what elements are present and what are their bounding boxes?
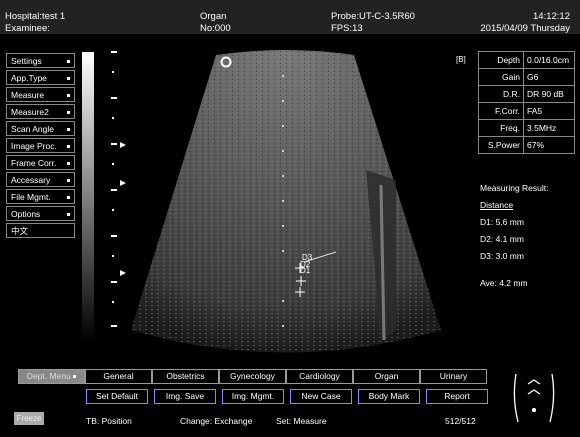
submenu-icon — [67, 60, 70, 63]
image-mode-marker: [B] — [456, 55, 466, 64]
tab-dept-menu[interactable]: Dept. Menu — [18, 369, 85, 384]
menu-item-settings[interactable]: Settings — [6, 53, 75, 68]
date: 2015/04/09 Thursday — [480, 23, 570, 34]
param-key: S.Power — [478, 136, 524, 154]
param-value: G6 — [523, 68, 575, 86]
submenu-icon — [67, 145, 70, 148]
menu-item-measure[interactable]: Measure — [6, 87, 75, 102]
param-value: DR 90 dB — [523, 85, 575, 103]
param-key: Gain — [478, 68, 524, 86]
menu-label: Settings — [11, 56, 42, 66]
menu-label: Measure — [11, 90, 45, 100]
submenu-icon — [67, 179, 70, 182]
set-default-button[interactable]: Set Default — [86, 389, 148, 404]
tab-label: Dept. Menu — [26, 371, 71, 381]
submenu-icon — [67, 162, 70, 165]
tab-general[interactable]: General — [85, 369, 152, 384]
side-menu: Settings App.Type Measure Measure2 Scan … — [6, 53, 75, 240]
organ-label: Organ — [200, 11, 227, 22]
menu-label: Image Proc. — [11, 141, 57, 151]
img-mgmt-button[interactable]: Img. Mgmt. — [222, 389, 284, 404]
action-buttons: Set Default Img. Save Img. Mgmt. New Cas… — [86, 389, 494, 404]
report-button[interactable]: Report — [426, 389, 488, 404]
submenu-icon — [73, 375, 77, 379]
menu-label: Measure2 — [11, 107, 49, 117]
param-row: S.Power 67% — [478, 136, 575, 154]
tab-gynecology[interactable]: Gynecology — [219, 369, 286, 384]
tab-obstetrics[interactable]: Obstetrics — [152, 369, 219, 384]
change-hint: Change: Exchange — [180, 416, 253, 426]
menu-item-image-proc[interactable]: Image Proc. — [6, 138, 75, 153]
param-key: D.R. — [478, 85, 524, 103]
param-key: Depth — [478, 51, 524, 69]
menu-item-file-mgmt[interactable]: File Mgmt. — [6, 189, 75, 204]
menu-item-accessary[interactable]: Accessary — [6, 172, 75, 187]
menu-label: Options — [11, 209, 41, 219]
measurement-d1: D1: 5.6 mm — [480, 217, 524, 227]
param-row: Gain G6 — [478, 68, 575, 86]
param-row: F.Corr. FA5 — [478, 102, 575, 120]
menu-label: 中文 — [11, 226, 29, 236]
parameter-table: Depth 0.0/16.0cm Gain G6 D.R. DR 90 dB F.Co… — [478, 51, 575, 154]
param-key: F.Corr. — [478, 102, 524, 120]
trackball-hint: TB: Position — [86, 416, 132, 426]
menu-item-frame-corr[interactable]: Frame Corr. — [6, 155, 75, 170]
submenu-icon — [67, 94, 70, 97]
menu-label: Frame Corr. — [11, 158, 57, 168]
caliper-label-d1: D1 — [300, 266, 311, 275]
param-key: Freq. — [478, 119, 524, 137]
measurement-results: Measuring Result: Distance D1: 5.6 mm D2… — [480, 180, 549, 292]
measurement-title: Measuring Result: — [480, 183, 549, 193]
menu-item-language[interactable]: 中文 — [6, 223, 75, 238]
grayscale-bar — [82, 52, 94, 342]
measurement-d2: D2: 4.1 mm — [480, 234, 524, 244]
submenu-icon — [67, 111, 70, 114]
measurement-average: Ave: 4.2 mm — [480, 278, 528, 288]
menu-item-scan-angle[interactable]: Scan Angle — [6, 121, 75, 136]
param-row: Depth 0.0/16.0cm — [478, 51, 575, 69]
new-case-button[interactable]: New Case — [290, 389, 352, 404]
submenu-icon — [67, 213, 70, 216]
hospital-label: Hospital:test 1 — [5, 11, 66, 22]
frame-counter: 512/512 — [445, 416, 476, 426]
tab-urinary[interactable]: Urinary — [420, 369, 487, 384]
param-value: 3.5MHz — [523, 119, 575, 137]
menu-label: Accessary — [11, 175, 51, 185]
fps-label: FPS:13 — [331, 23, 363, 34]
param-row: D.R. DR 90 dB — [478, 85, 575, 103]
menu-item-app-type[interactable]: App.Type — [6, 70, 75, 85]
menu-label: Scan Angle — [11, 124, 55, 134]
set-hint: Set: Measure — [276, 416, 327, 426]
param-value: 0.0/16.0cm — [523, 51, 575, 69]
tab-cardiology[interactable]: Cardiology — [286, 369, 353, 384]
param-row: Freq. 3.5MHz — [478, 119, 575, 137]
img-save-button[interactable]: Img. Save — [154, 389, 216, 404]
freeze-indicator[interactable]: Freeze — [14, 412, 44, 425]
menu-label: App.Type — [11, 73, 47, 83]
measurement-d3: D3: 3.0 mm — [480, 251, 524, 261]
submenu-icon — [67, 128, 70, 131]
number-label: No:000 — [200, 23, 231, 34]
ultrasound-image[interactable]: D3 D2 D1 — [96, 40, 466, 375]
body-mark-button[interactable]: Body Mark — [358, 389, 420, 404]
menu-item-options[interactable]: Options — [6, 206, 75, 221]
tab-organ[interactable]: Organ — [353, 369, 420, 384]
submenu-icon — [67, 196, 70, 199]
examinee-label: Examinee: — [5, 23, 50, 34]
menu-label: File Mgmt. — [11, 192, 51, 202]
body-mark-icon — [513, 373, 555, 423]
submenu-icon — [67, 77, 70, 80]
probe-label: Probe:UT-C-3.5R60 — [331, 11, 415, 22]
dept-tabs: Dept. Menu General Obstetrics Gynecology… — [18, 369, 487, 384]
clock: 14:12:12 — [533, 11, 570, 22]
menu-item-measure2[interactable]: Measure2 — [6, 104, 75, 119]
param-value: 67% — [523, 136, 575, 154]
param-value: FA5 — [523, 102, 575, 120]
measurement-subtitle: Distance — [480, 200, 514, 210]
